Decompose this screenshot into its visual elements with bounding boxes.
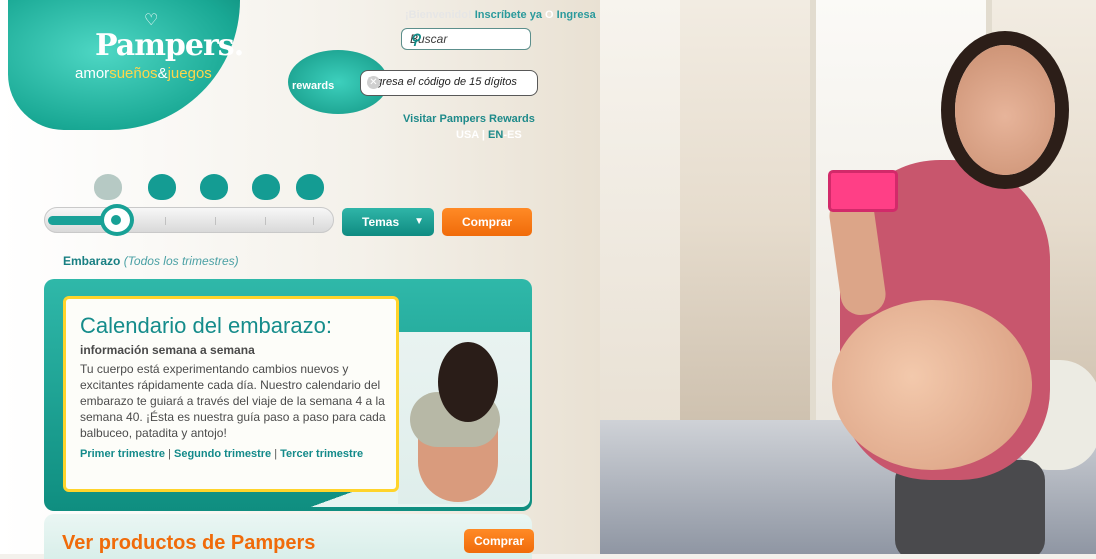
lang-es[interactable]: ES <box>507 129 522 141</box>
or-text: O <box>545 9 554 21</box>
tagline-amp: & <box>157 65 168 82</box>
link-sep: | <box>274 448 278 460</box>
toddler-icon[interactable] <box>252 174 280 200</box>
newborn-icon[interactable] <box>148 174 176 200</box>
photo-woman-belly <box>832 300 1032 470</box>
link-first-trimester[interactable]: Primer trimestre <box>80 448 165 460</box>
search-input[interactable]: Buscar ⚲ <box>401 28 531 50</box>
slider-tick <box>215 217 216 225</box>
slider-tick <box>165 217 166 225</box>
feature-body: Tu cuerpo está experimentando cambios nu… <box>80 362 386 440</box>
hero-photo <box>600 0 1096 554</box>
lang-en[interactable]: EN <box>488 129 503 141</box>
feature-title[interactable]: Calendario del embarazo: <box>80 313 332 339</box>
rewards-logo-text: rewards <box>292 80 335 92</box>
slider-handle[interactable] <box>100 204 134 236</box>
pampers-logo[interactable]: Pampers. <box>95 28 244 63</box>
pregnancy-icon[interactable] <box>94 174 122 200</box>
tagline-amor: amor <box>75 65 110 82</box>
login-link[interactable]: Ingresa <box>557 9 596 21</box>
logo-tagline: amorsueños&juegos <box>75 65 212 82</box>
tagline-suenos: sueños <box>109 65 158 82</box>
feature-photo-hair <box>438 342 498 422</box>
lang-sep: | <box>481 129 485 141</box>
comprar-button[interactable]: Comprar <box>442 208 532 236</box>
welcome-text: ¡Bienvenido! <box>405 9 472 21</box>
stage-slider[interactable] <box>44 204 334 236</box>
clear-icon[interactable]: ✕ <box>367 76 380 89</box>
code-placeholder: Ingresa el código de 15 dígitos <box>367 76 517 88</box>
search-icon[interactable]: ⚲ <box>410 31 523 48</box>
feature-photo <box>398 332 530 504</box>
breadcrumb-section[interactable]: Embarazo <box>63 254 120 268</box>
photo-phone <box>828 170 898 212</box>
products-comprar-button[interactable]: Comprar <box>464 529 534 553</box>
baby-icon[interactable] <box>200 174 228 200</box>
slider-tick <box>313 217 314 225</box>
feature-subtitle: información semana a semana <box>80 343 255 357</box>
tagline-juegos: juegos <box>167 65 212 82</box>
preschooler-icon[interactable] <box>296 174 324 200</box>
trimester-links: Primer trimestre | Segundo trimestre | T… <box>80 448 380 461</box>
lang-usa[interactable]: USA <box>456 129 479 141</box>
breadcrumb-detail: (Todos los trimestres) <box>123 254 239 268</box>
account-links: ¡Bienvenido! Inscríbete ya O Ingresa <box>405 9 596 21</box>
breadcrumb: Embarazo (Todos los trimestres) <box>63 254 239 268</box>
temas-label: Temas <box>362 215 400 229</box>
link-sep: | <box>168 448 171 460</box>
photo-window-left <box>600 0 680 450</box>
rewards-code-input[interactable]: Ingresa el código de 15 dígitos ✕ <box>360 70 538 96</box>
photo-woman-head <box>955 45 1055 175</box>
language-selector: USA | EN-ES <box>456 129 522 141</box>
temas-dropdown[interactable]: Temas ▼ <box>342 208 434 236</box>
slider-tick <box>265 217 266 225</box>
signup-link[interactable]: Inscríbete ya <box>475 9 542 21</box>
link-third-trimester[interactable]: Tercer trimestre <box>280 448 363 460</box>
link-second-trimester[interactable]: Segundo trimestre <box>174 448 271 460</box>
chevron-down-icon: ▼ <box>414 216 424 227</box>
products-title[interactable]: Ver productos de Pampers <box>62 532 315 555</box>
visit-rewards-link[interactable]: Visitar Pampers Rewards <box>403 113 535 125</box>
logo-heart-icon: ♡ <box>144 12 159 29</box>
